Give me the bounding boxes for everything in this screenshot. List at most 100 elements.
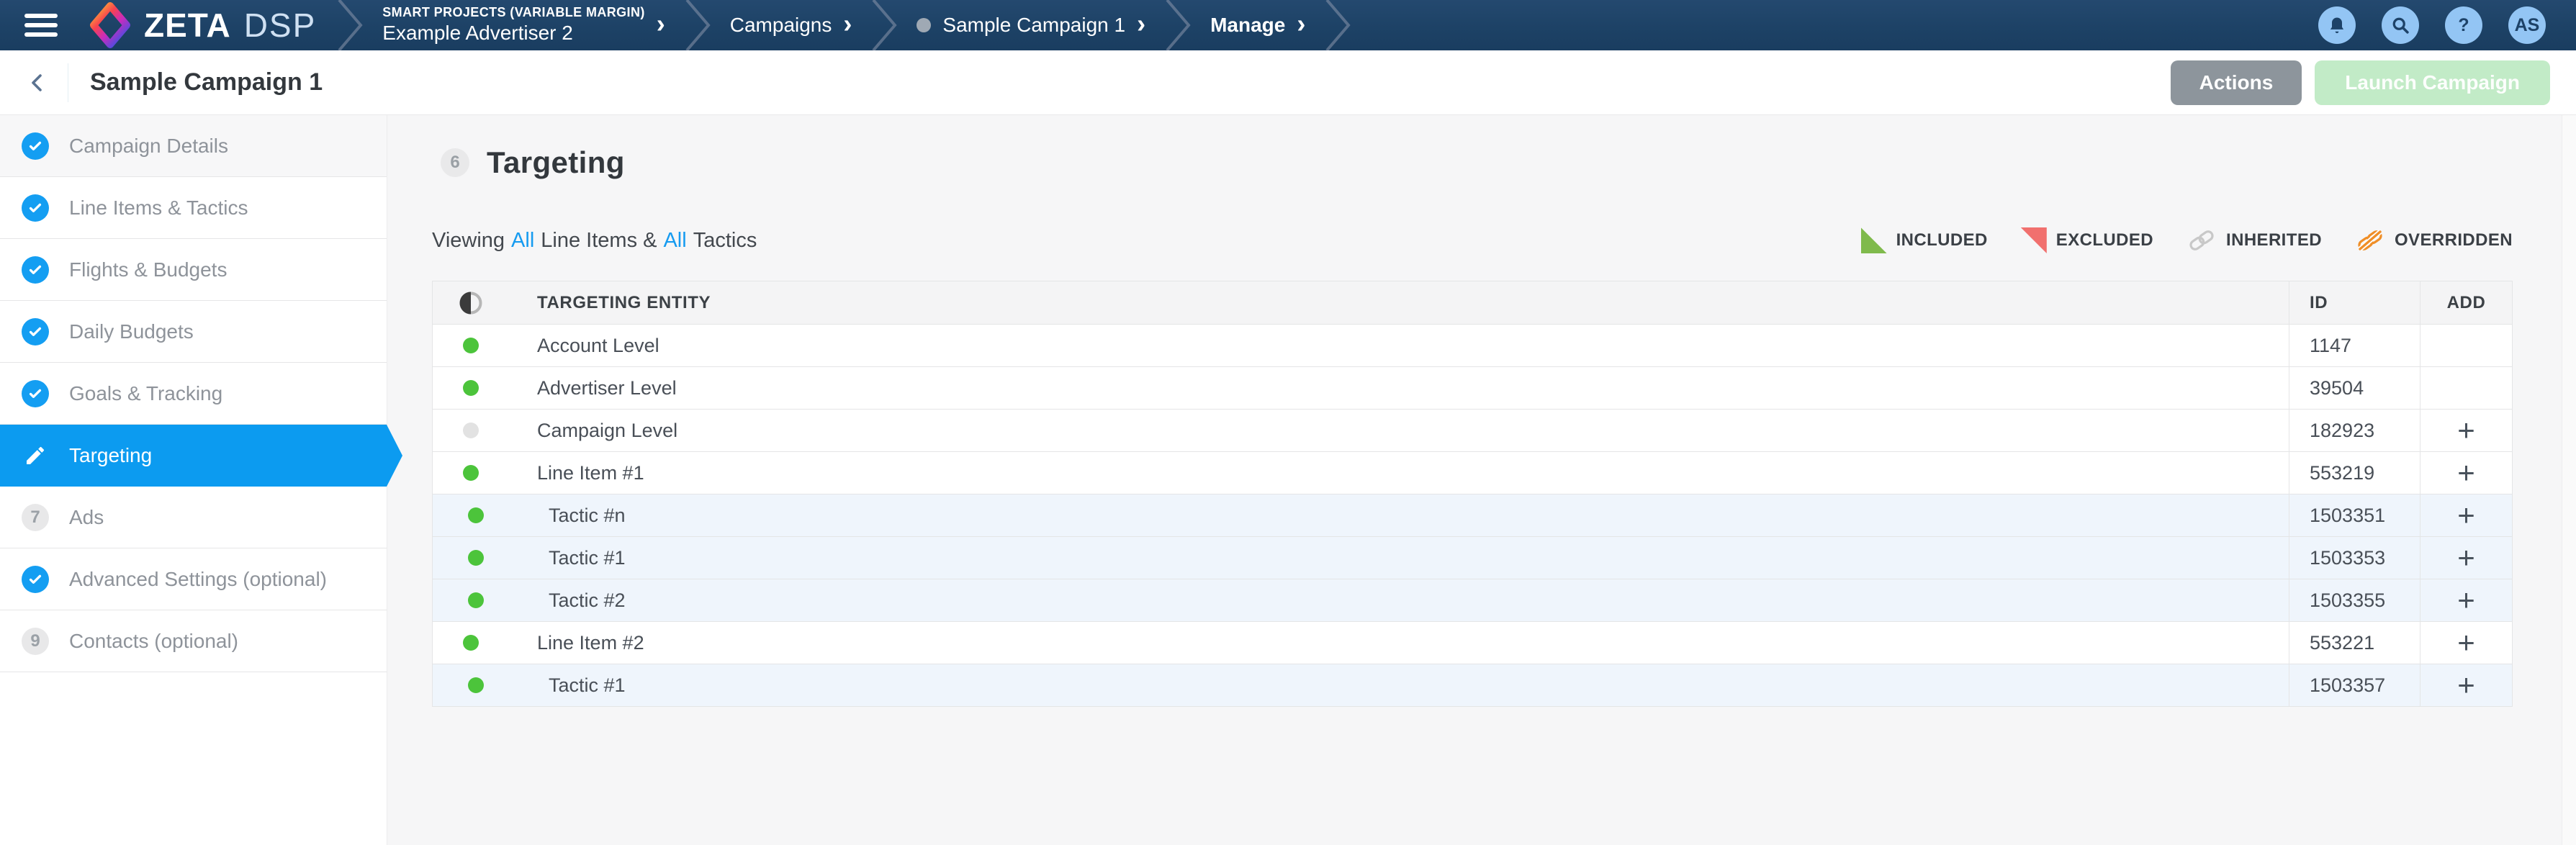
avatar-initials: AS xyxy=(2515,15,2540,36)
status-cell xyxy=(433,410,508,451)
topbar: ZETA DSP SMART PROJECTS (VARIABLE MARGIN… xyxy=(0,0,2576,50)
brand-zeta: ZETA xyxy=(144,6,231,45)
entity-id: 553219 xyxy=(2289,452,2420,494)
step-number-badge: 6 xyxy=(441,148,469,177)
table-row-tactic-1b: Tactic #1 1503357 + xyxy=(433,664,2512,707)
table-row-advertiser-level: Advertiser Level 39504 xyxy=(433,367,2512,410)
sidebar-item-label: Flights & Budgets xyxy=(69,258,227,281)
sidebar-item-daily-budgets[interactable]: Daily Budgets xyxy=(0,301,387,363)
breadcrumb-manage[interactable]: Manage › xyxy=(1193,11,1323,40)
included-dot-icon xyxy=(463,338,479,353)
sidebar-item-label: Campaign Details xyxy=(69,135,228,158)
brand-dsp: DSP xyxy=(244,6,317,45)
entity-id: 1503355 xyxy=(2289,579,2420,621)
check-icon xyxy=(22,194,49,222)
status-cell xyxy=(433,367,508,409)
breadcrumb-campaign-label: Sample Campaign 1 xyxy=(942,14,1125,37)
add-targeting-button[interactable]: + xyxy=(2450,415,2482,446)
add-targeting-button[interactable]: + xyxy=(2450,628,2482,658)
avatar[interactable]: AS xyxy=(2508,6,2546,44)
viewing-all-line-items-link[interactable]: All xyxy=(511,229,534,253)
add-targeting-button[interactable]: + xyxy=(2450,458,2482,488)
entity-name: Tactic #1 xyxy=(508,664,2289,706)
included-triangle-icon xyxy=(1861,227,1887,253)
actions-button[interactable]: Actions xyxy=(2171,60,2302,105)
legend-overridden: OVERRIDDEN xyxy=(2355,230,2513,251)
add-targeting-button[interactable]: + xyxy=(2450,585,2482,615)
add-targeting-button[interactable]: + xyxy=(2450,670,2482,700)
breadcrumb-separator-icon xyxy=(335,0,365,50)
table-row-line-item-1: Line Item #1 553219 + xyxy=(433,452,2512,494)
legend-inherited: INHERITED xyxy=(2187,230,2322,251)
legend-label: INHERITED xyxy=(2226,230,2322,250)
add-cell: + xyxy=(2420,452,2512,494)
add-cell: + xyxy=(2420,537,2512,579)
add-cell xyxy=(2420,325,2512,366)
back-button[interactable] xyxy=(27,72,49,94)
chevron-right-icon: › xyxy=(1137,11,1145,40)
legend-label: EXCLUDED xyxy=(2056,230,2153,250)
entity-id: 1147 xyxy=(2289,325,2420,366)
add-cell: + xyxy=(2420,410,2512,451)
status-cell xyxy=(433,452,508,494)
sidebar-item-contacts[interactable]: 9 Contacts (optional) xyxy=(0,610,387,672)
sidebar-item-ads[interactable]: 7 Ads xyxy=(0,487,387,548)
zeta-diamond-icon xyxy=(89,2,131,48)
status-cell xyxy=(433,537,508,579)
sidebar-item-campaign-details[interactable]: Campaign Details xyxy=(0,115,387,177)
page-header: Sample Campaign 1 Actions Launch Campaig… xyxy=(0,50,2576,115)
sidebar-item-label: Targeting xyxy=(69,444,152,467)
check-icon xyxy=(22,318,49,345)
targeting-panel: 6 Targeting Viewing All Line Items & All… xyxy=(387,115,2576,845)
scrollbar-track[interactable] xyxy=(2562,115,2576,845)
contrast-column-header[interactable] xyxy=(433,281,508,324)
entity-name: Line Item #1 xyxy=(508,452,2289,494)
sidebar-item-goals-tracking[interactable]: Goals & Tracking xyxy=(0,363,387,425)
sidebar-item-label: Ads xyxy=(69,506,104,529)
included-dot-icon xyxy=(468,550,484,566)
breadcrumb-campaigns-label: Campaigns xyxy=(730,14,832,37)
entity-name: Tactic #2 xyxy=(508,579,2289,621)
excluded-triangle-icon xyxy=(2021,227,2047,253)
breadcrumb: SMART PROJECTS (VARIABLE MARGIN) Example… xyxy=(335,0,1353,50)
viewing-suffix: Tactics xyxy=(693,229,757,253)
table-header-row: TARGETING ENTITY ID ADD xyxy=(433,281,2512,325)
add-cell: + xyxy=(2420,664,2512,706)
add-targeting-button[interactable]: + xyxy=(2450,543,2482,573)
breadcrumb-campaigns[interactable]: Campaigns › xyxy=(713,11,870,40)
check-icon xyxy=(22,380,49,407)
sidebar-item-label: Goals & Tracking xyxy=(69,382,222,405)
table-row-tactic-1: Tactic #1 1503353 + xyxy=(433,537,2512,579)
step-number-badge: 7 xyxy=(22,504,49,531)
sidebar-item-targeting[interactable]: Targeting xyxy=(0,425,387,487)
viewing-all-tactics-link[interactable]: All xyxy=(663,229,686,253)
legend-label: OVERRIDDEN xyxy=(2395,230,2513,250)
sidebar-item-advanced-settings[interactable]: Advanced Settings (optional) xyxy=(0,548,387,610)
breadcrumb-project-label: SMART PROJECTS (VARIABLE MARGIN) xyxy=(382,5,644,21)
page-title: Sample Campaign 1 xyxy=(90,68,323,96)
breadcrumb-campaign[interactable]: Sample Campaign 1 › xyxy=(899,11,1163,40)
status-cell xyxy=(433,622,508,664)
breadcrumb-separator-icon xyxy=(683,0,713,50)
legend-label: INCLUDED xyxy=(1896,230,1988,250)
help-button[interactable]: ? xyxy=(2445,6,2482,44)
sidebar-item-flights-budgets[interactable]: Flights & Budgets xyxy=(0,239,387,301)
included-dot-icon xyxy=(468,592,484,608)
search-button[interactable] xyxy=(2382,6,2419,44)
viewing-mid: Line Items & xyxy=(541,229,657,253)
add-targeting-button[interactable]: + xyxy=(2450,500,2482,530)
menu-icon[interactable] xyxy=(24,9,58,42)
link-icon xyxy=(2187,230,2217,251)
included-dot-icon xyxy=(468,677,484,693)
launch-campaign-button[interactable]: Launch Campaign xyxy=(2315,60,2550,105)
sidebar-item-label: Advanced Settings (optional) xyxy=(69,568,327,591)
targeting-legend: INCLUDED EXCLUDED INHERITED xyxy=(1861,227,2513,253)
sidebar-item-label: Contacts (optional) xyxy=(69,630,238,653)
check-icon xyxy=(22,132,49,160)
table-row-campaign-level: Campaign Level 182923 + xyxy=(433,410,2512,452)
notifications-button[interactable] xyxy=(2318,6,2356,44)
viewing-summary: Viewing All Line Items & All Tactics xyxy=(432,229,757,253)
sidebar-item-line-items-tactics[interactable]: Line Items & Tactics xyxy=(0,177,387,239)
breadcrumb-advertiser[interactable]: SMART PROJECTS (VARIABLE MARGIN) Example… xyxy=(365,5,682,45)
topbar-icons: ? AS xyxy=(2318,6,2546,44)
